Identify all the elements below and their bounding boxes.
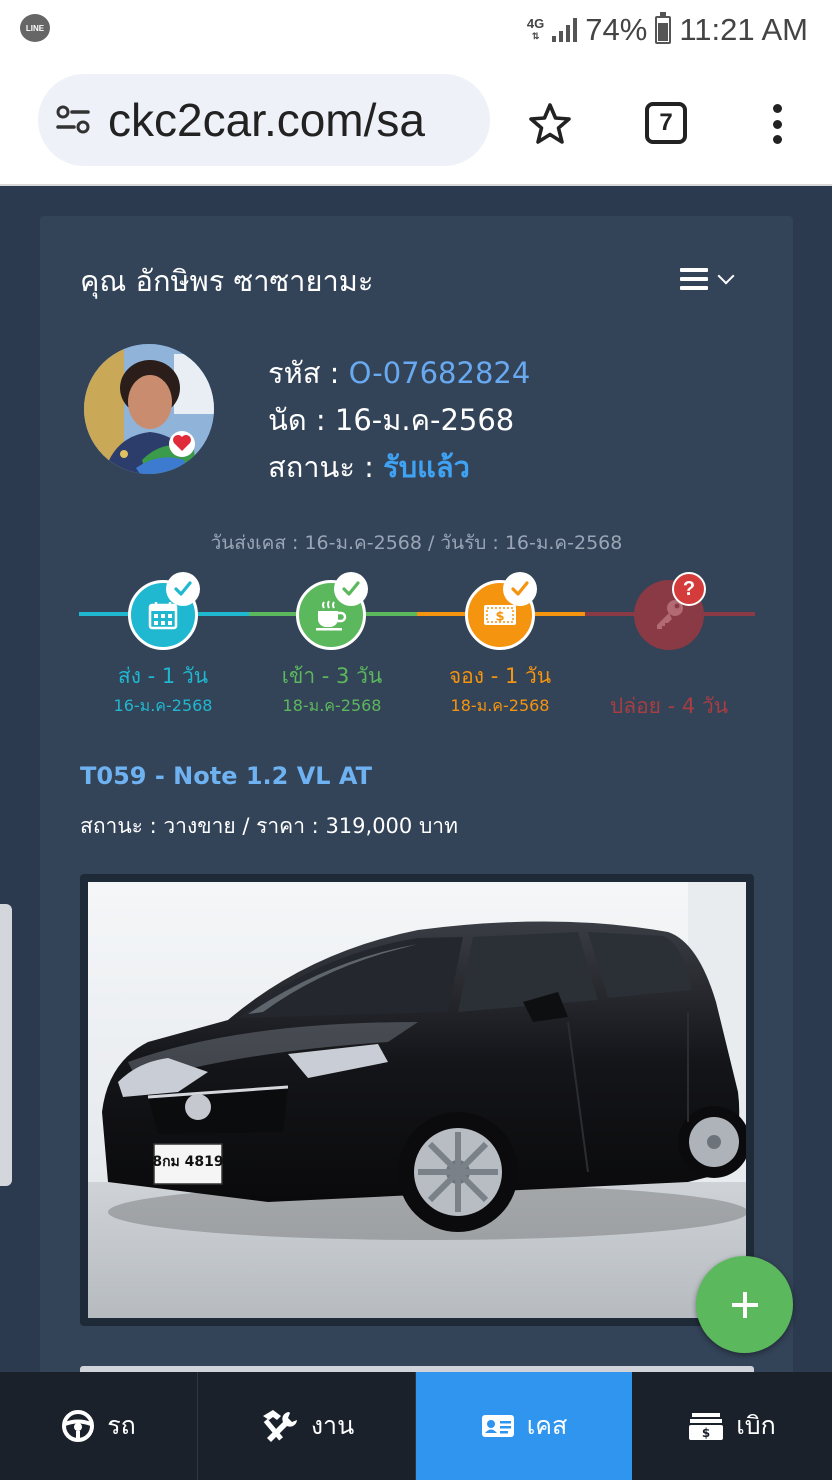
edge-panel-handle[interactable]	[0, 904, 12, 1186]
appointment-date: 16-ม.ค-2568	[334, 403, 515, 437]
chevron-down-icon	[717, 267, 735, 285]
nav-label-cases: เคส	[526, 1411, 568, 1440]
check-icon	[334, 572, 368, 606]
case-dates: วันส่งเคส : 16-ม.ค-2568 / วันรับ : 16-ม.…	[210, 532, 623, 554]
step-send-label: ส่ง - 1 วัน	[117, 664, 209, 688]
more-vert-icon[interactable]	[768, 100, 786, 148]
step-release-label: ปล่อย - 4 วัน	[609, 694, 729, 718]
line-app-icon: LINE	[20, 14, 50, 42]
nav-item-cases[interactable]: เคส	[416, 1372, 632, 1480]
tune-icon[interactable]	[54, 100, 94, 140]
status-badge: รับแล้ว	[383, 450, 470, 484]
case-card: คุณ อักษิพร ซาซายามะ รหัส : O-07682824 น…	[40, 216, 793, 1416]
step-book-label: จอง - 1 วัน	[448, 664, 552, 688]
clock: 11:21 AM	[679, 12, 808, 47]
status-indicators: 4G ⇅ 74% 11:21 AM	[527, 10, 808, 50]
hamburger-icon	[680, 268, 708, 290]
network-icon: 4G ⇅	[526, 16, 545, 41]
address-bar[interactable]: ckc2car.com/sa	[38, 74, 490, 166]
browser-toolbar: ckc2car.com/sa 7	[0, 62, 832, 186]
car-photo[interactable]: 8กม 4819	[80, 874, 754, 1326]
car-title[interactable]: T059 - Note 1.2 VL AT	[80, 762, 372, 790]
step-book-date: 18-ม.ค-2568	[450, 696, 550, 715]
status-bar: LINE 4G ⇅ 74% 11:21 AM	[0, 0, 832, 62]
appointment-row: นัด : 16-ม.ค-2568	[268, 403, 515, 437]
check-icon	[166, 572, 200, 606]
url-text[interactable]: ckc2car.com/sa	[108, 93, 425, 147]
signal-icon	[552, 18, 578, 42]
star-icon[interactable]	[526, 100, 574, 148]
car-image: 8กม 4819	[88, 882, 746, 1318]
add-button[interactable]	[696, 1256, 793, 1353]
svg-text:$: $	[495, 610, 504, 625]
avatar	[84, 344, 214, 474]
nav-label-withdraw: เบิก	[736, 1411, 776, 1440]
case-code-row: รหัส : O-07682824	[268, 356, 531, 390]
nav-item-jobs[interactable]: งาน	[198, 1372, 416, 1480]
battery-icon	[655, 12, 672, 44]
nav-item-withdraw[interactable]: $ เบิก	[632, 1372, 832, 1480]
check-icon	[503, 572, 537, 606]
steering-wheel-icon	[62, 1410, 95, 1442]
tabs-icon[interactable]: 7	[645, 102, 687, 144]
card-menu-button[interactable]	[680, 267, 735, 290]
money-icon: $	[484, 605, 516, 625]
cash-icon: $	[689, 1413, 724, 1440]
svg-text:$: $	[702, 1426, 710, 1440]
case-code: O-07682824	[348, 356, 531, 390]
id-card-icon	[481, 1415, 514, 1437]
nav-label-jobs: งาน	[310, 1411, 355, 1440]
nav-label-cars: รถ	[107, 1411, 136, 1440]
car-status: สถานะ : วางขาย / ราคา : 319,000 บาท	[80, 814, 458, 838]
tools-icon	[262, 1410, 297, 1442]
question-icon: ?	[672, 572, 706, 606]
plus-icon	[731, 1291, 758, 1318]
step-send-date: 16-ม.ค-2568	[113, 696, 213, 715]
status-row: สถานะ : รับแล้ว	[268, 450, 470, 484]
bottom-nav: รถ งาน เคส $ เบิก	[0, 1372, 832, 1480]
nav-item-cars[interactable]: รถ	[0, 1372, 198, 1480]
step-enter-date: 18-ม.ค-2568	[282, 696, 382, 715]
customer-name: คุณ อักษิพร ซาซายามะ	[80, 264, 374, 298]
battery-percent: 74%	[585, 12, 648, 47]
step-enter-label: เข้า - 3 วัน	[281, 664, 383, 688]
license-plate: 8กม 4819	[152, 1154, 223, 1170]
